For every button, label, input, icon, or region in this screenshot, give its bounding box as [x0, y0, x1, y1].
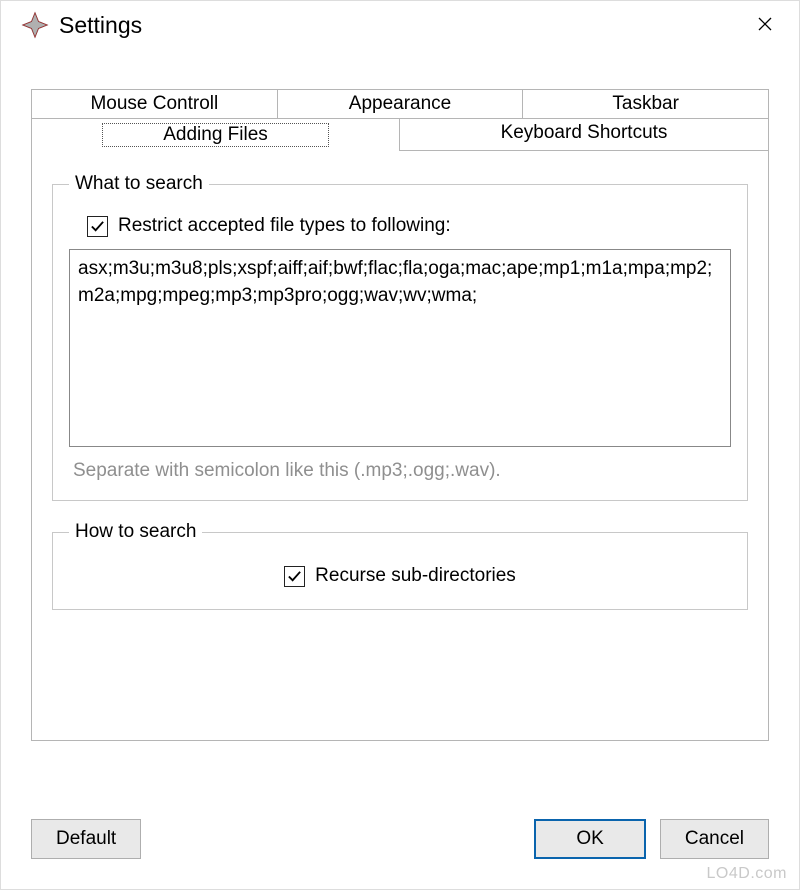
content-area: Mouse Controll Appearance Taskbar Adding…: [1, 49, 799, 753]
group-how-to-search: How to search Recurse sub-directories: [52, 521, 748, 610]
button-row: Default OK Cancel: [31, 819, 769, 859]
filetypes-hint: Separate with semicolon like this (.mp3;…: [69, 460, 731, 482]
close-icon: [758, 15, 772, 36]
filetypes-input[interactable]: [69, 249, 731, 447]
app-icon: [21, 11, 49, 39]
tab-strip: Mouse Controll Appearance Taskbar Adding…: [31, 89, 769, 741]
window-title: Settings: [59, 12, 743, 39]
check-icon: [90, 219, 105, 234]
group-what-legend: What to search: [69, 173, 209, 195]
tab-appearance[interactable]: Appearance: [278, 89, 524, 119]
ok-button[interactable]: OK: [534, 819, 645, 859]
tab-adding-files-label: Adding Files: [102, 123, 329, 147]
watermark: LO4D.com: [707, 865, 787, 883]
tab-mouse-control[interactable]: Mouse Controll: [31, 89, 278, 119]
tab-panel-adding-files: What to search Restrict accepted file ty…: [31, 151, 769, 741]
tab-adding-files[interactable]: Adding Files: [31, 118, 400, 151]
default-button[interactable]: Default: [31, 819, 141, 859]
restrict-filetypes-label: Restrict accepted file types to followin…: [118, 215, 451, 237]
settings-window: Settings Mouse Controll Appearance Taskb…: [0, 0, 800, 890]
recurse-subdirs-label: Recurse sub-directories: [315, 565, 516, 587]
group-how-legend: How to search: [69, 521, 202, 543]
check-icon: [287, 569, 302, 584]
tab-taskbar[interactable]: Taskbar: [523, 89, 769, 119]
restrict-filetypes-checkbox[interactable]: [87, 216, 108, 237]
tab-keyboard-shortcuts[interactable]: Keyboard Shortcuts: [400, 118, 769, 151]
cancel-button[interactable]: Cancel: [660, 819, 769, 859]
close-button[interactable]: [743, 5, 787, 45]
recurse-subdirs-checkbox[interactable]: [284, 566, 305, 587]
group-what-to-search: What to search Restrict accepted file ty…: [52, 173, 748, 501]
titlebar: Settings: [1, 1, 799, 49]
